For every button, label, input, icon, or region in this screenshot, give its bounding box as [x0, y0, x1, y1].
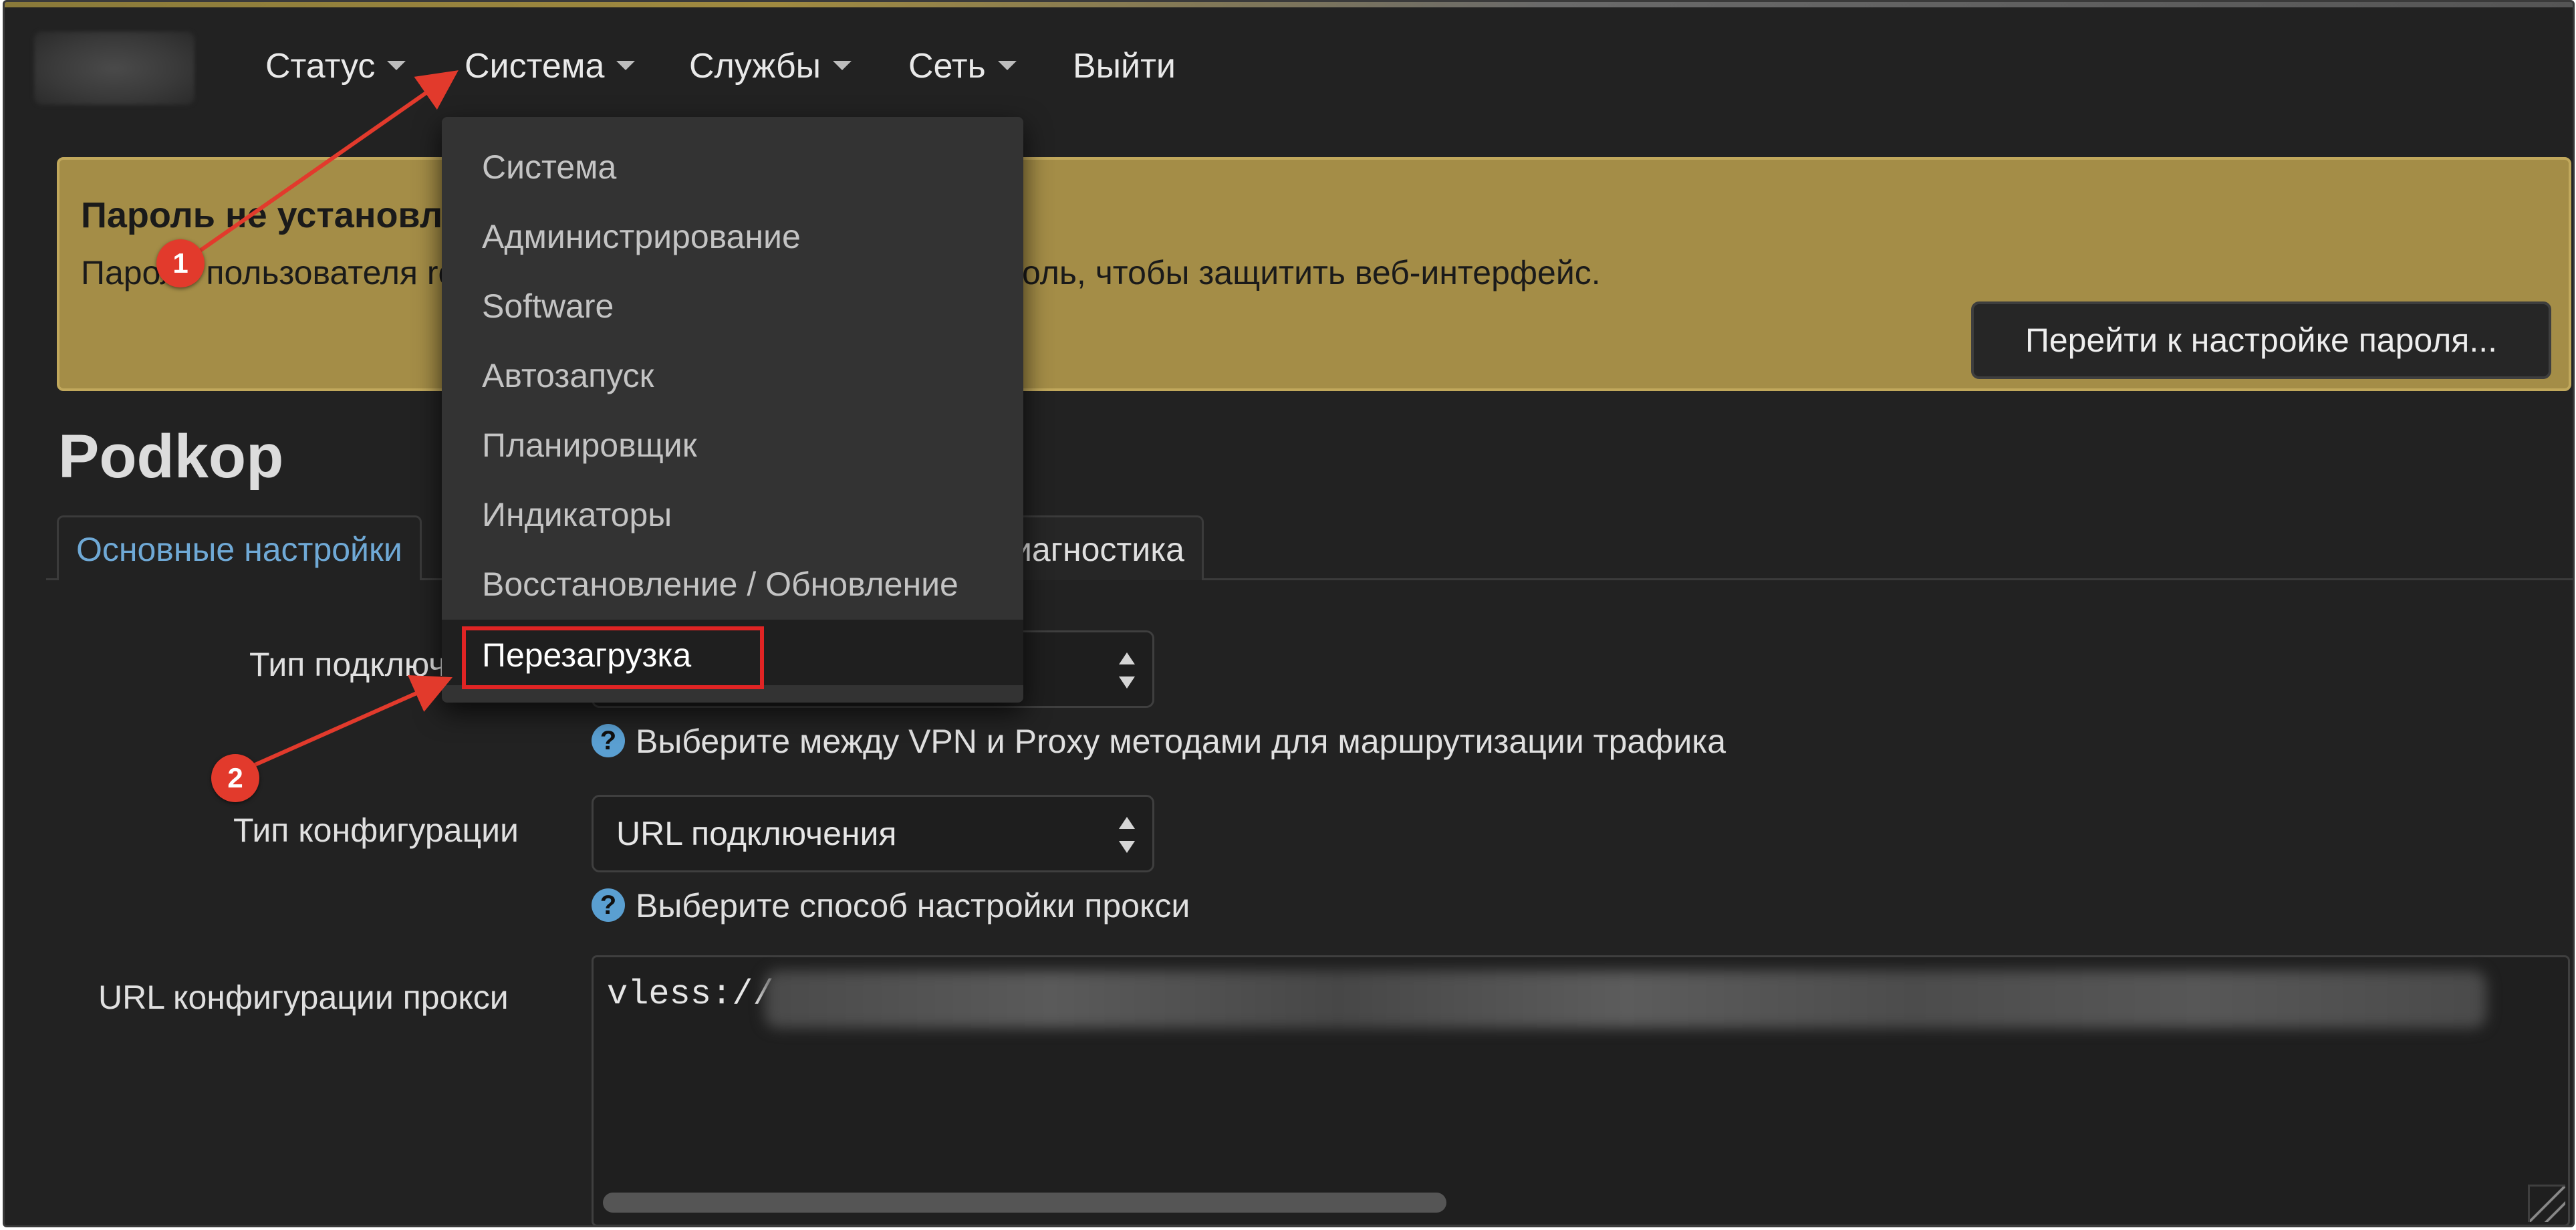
- config-type-value: URL подключения: [616, 815, 897, 852]
- config-type-help-text: Выберите способ настройки прокси: [636, 887, 1190, 925]
- highlight-box: [462, 626, 764, 689]
- menu-item-backup-flash[interactable]: Восстановление / Обновление: [482, 561, 958, 608]
- annotation-badge-1: 1: [156, 239, 205, 287]
- proxy-url-value: vless://: [607, 975, 774, 1014]
- config-type-label: Тип конфигурации: [233, 812, 519, 849]
- annotation-badge-2: 2: [211, 754, 259, 802]
- alert-text-continued: оль, чтобы защитить веб-интерфейс.: [1022, 254, 1601, 291]
- menu-item-startup[interactable]: Автозапуск: [482, 352, 654, 399]
- resize-grip-icon[interactable]: [2528, 1185, 2565, 1222]
- horizontal-scrollbar[interactable]: [603, 1193, 1446, 1213]
- password-warning-alert: Пароль не установлен! Пароль пользовател…: [57, 157, 2571, 391]
- menu-item-system[interactable]: Система: [482, 144, 616, 191]
- go-to-password-settings-button[interactable]: Перейти к настройке пароля...: [1971, 301, 2551, 379]
- nav-system-label: Система: [465, 47, 605, 86]
- tab-main-settings[interactable]: Основные настройки: [57, 515, 422, 580]
- menu-item-software[interactable]: Software: [482, 283, 614, 330]
- select-arrows-icon: [1119, 817, 1135, 853]
- question-circle-icon: ?: [592, 724, 625, 757]
- alert-text: Пароль пользователя root не установлен.: [81, 254, 495, 291]
- system-dropdown-menu: Система Администрирование Software Автоз…: [442, 117, 1023, 703]
- proxy-url-label: URL конфигурации прокси: [98, 979, 509, 1016]
- proxy-url-textarea[interactable]: vless://: [592, 955, 2570, 1225]
- nav-services-label: Службы: [689, 47, 821, 86]
- connection-type-help-text: Выберите между VPN и Proxy методами для …: [636, 723, 1726, 760]
- caret-down-icon: [997, 61, 1017, 71]
- question-circle-icon: ?: [592, 888, 625, 922]
- app-window: Статус Система Службы Сеть Выйти Пароль …: [3, 0, 2575, 1227]
- menu-item-leds[interactable]: Индикаторы: [482, 491, 672, 538]
- caret-down-icon: [833, 61, 852, 71]
- nav-services[interactable]: Службы: [689, 39, 852, 93]
- menu-item-administration[interactable]: Администрирование: [482, 213, 801, 260]
- nav-network-label: Сеть: [908, 47, 986, 86]
- tabs-divider: [46, 578, 2573, 580]
- nav-system[interactable]: Система: [465, 39, 636, 93]
- connection-type-help: ? Выберите между VPN и Proxy методами для…: [592, 721, 1726, 761]
- caret-down-icon: [387, 61, 406, 71]
- caret-down-icon: [616, 61, 636, 71]
- nav-status[interactable]: Статус: [265, 39, 406, 93]
- menu-item-scheduler[interactable]: Планировщик: [482, 422, 697, 469]
- nav-network[interactable]: Сеть: [908, 39, 1017, 93]
- top-accent-line: [5, 2, 2573, 7]
- page-title: Podkop: [58, 422, 284, 491]
- nav-logout[interactable]: Выйти: [1073, 39, 1176, 93]
- nav-logout-label: Выйти: [1073, 47, 1176, 86]
- config-type-help: ? Выберите способ настройки прокси: [592, 886, 1190, 926]
- top-navbar: Статус Система Службы Сеть Выйти: [5, 7, 2573, 114]
- brand-logo-blurred: [34, 31, 195, 105]
- redacted-url-blur: [765, 971, 2486, 1028]
- config-type-select[interactable]: URL подключения: [592, 795, 1154, 872]
- select-arrows-icon: [1119, 652, 1135, 689]
- nav-status-label: Статус: [265, 47, 376, 86]
- alert-title: Пароль не установлен!: [81, 195, 495, 235]
